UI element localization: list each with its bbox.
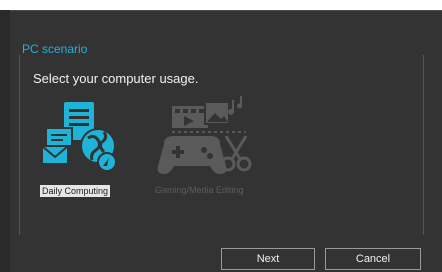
option-daily-computing[interactable]: Daily Computing — [38, 94, 128, 204]
option-gaming-media-editing[interactable]: Gaming/Media Editing — [150, 94, 260, 204]
top-strip — [0, 0, 442, 10]
page-title: PC scenario — [22, 42, 88, 56]
option-label: Daily Computing — [40, 185, 111, 197]
panel-left-border — [19, 55, 20, 235]
page-subtitle: Select your computer usage. — [33, 71, 199, 86]
daily-computing-icon — [41, 102, 117, 172]
gaming-media-icon — [157, 96, 252, 174]
panel-right-border — [423, 55, 424, 235]
next-button[interactable]: Next — [221, 248, 315, 270]
option-label: Gaming/Media Editing — [155, 185, 244, 195]
cancel-button[interactable]: Cancel — [325, 248, 421, 270]
